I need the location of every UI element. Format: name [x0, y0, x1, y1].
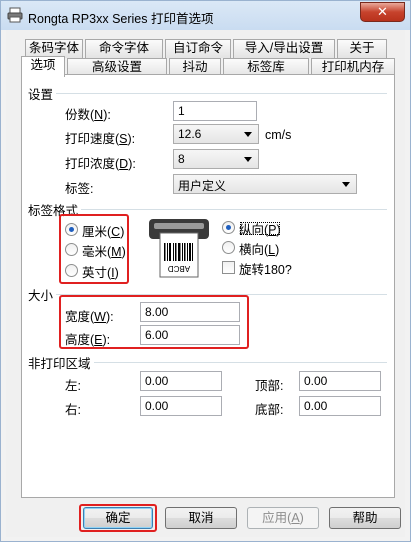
tab-label: 命令字体	[98, 41, 149, 55]
tab-label: 自订命令	[172, 41, 223, 55]
settings-group-title: 设置	[28, 88, 54, 102]
bottom-margin-label: 底部:	[255, 403, 284, 417]
tab-label: 打印机内存	[321, 60, 385, 74]
size-group-title: 大小	[28, 289, 54, 303]
portrait-label: 纵向(P)	[237, 219, 283, 238]
label-type-label: 标签:	[65, 182, 94, 196]
left-margin-input[interactable]: 0.00	[140, 371, 222, 391]
left-margin-label: 左:	[65, 379, 81, 393]
close-icon: ✕	[377, 4, 388, 19]
title-bar[interactable]: Rongta RP3xx Series 打印首选项 ✕	[1, 1, 410, 30]
divider	[56, 93, 387, 94]
density-label: 打印浓度(D):	[65, 157, 136, 171]
printer-icon	[7, 7, 23, 23]
tab-label: 条码字体	[28, 41, 79, 55]
ok-button[interactable]: 确定	[83, 507, 153, 529]
cancel-button[interactable]: 取消	[165, 507, 237, 529]
density-select[interactable]: 8	[173, 149, 259, 169]
speed-unit: cm/s	[265, 128, 292, 142]
help-button[interactable]: 帮助	[329, 507, 401, 529]
tab-custom-command[interactable]: 自订命令	[165, 39, 231, 58]
tab-label: 标签库	[247, 60, 285, 74]
speed-select[interactable]: 12.6	[173, 124, 259, 144]
top-margin-label: 顶部:	[255, 379, 284, 393]
apply-button[interactable]: 应用(A)	[247, 507, 319, 529]
right-margin-input[interactable]: 0.00	[140, 396, 222, 416]
tab-about[interactable]: 关于	[337, 39, 387, 58]
portrait-radio[interactable]	[222, 221, 235, 234]
label-printer-preview-icon: ABCD	[149, 219, 209, 278]
rotate-180-checkbox[interactable]	[222, 261, 235, 274]
divider	[94, 362, 387, 363]
label-type-value: 用户定义	[178, 179, 227, 193]
speed-label: 打印速度(S):	[65, 132, 136, 146]
label-type-select[interactable]: 用户定义	[173, 174, 357, 194]
tab-label: 关于	[349, 41, 375, 55]
tab-label: 抖动	[182, 60, 208, 74]
tab-options[interactable]: 选项	[21, 56, 65, 77]
chevron-down-icon	[342, 182, 350, 187]
speed-value: 12.6	[178, 127, 202, 141]
width-input[interactable]: 8.00	[140, 302, 240, 322]
height-label: 高度(E):	[65, 333, 111, 347]
tab-label: 选项	[30, 58, 56, 72]
close-button[interactable]: ✕	[360, 2, 405, 22]
window-title: Rongta RP3xx Series 打印首选项	[28, 12, 214, 26]
width-label: 宽度(W):	[65, 310, 114, 324]
unit-cm-label: 厘米(C)	[82, 225, 125, 239]
unit-cm-radio[interactable]	[65, 223, 78, 236]
rotate-180-label: 旋转180?	[239, 263, 292, 277]
unit-inch-label: 英寸(I)	[82, 266, 119, 280]
density-value: 8	[178, 152, 185, 166]
bottom-margin-input[interactable]: 0.00	[299, 396, 381, 416]
tab-import-export[interactable]: 导入/导出设置	[233, 39, 335, 58]
non-print-group-title: 非打印区域	[28, 357, 91, 371]
unit-inch-radio[interactable]	[65, 264, 78, 277]
unit-mm-radio[interactable]	[65, 243, 78, 256]
dialog-window: Rongta RP3xx Series 打印首选项 ✕ 条码字体 命令字体 自订…	[0, 0, 411, 542]
landscape-label: 横向(L)	[239, 243, 280, 257]
unit-mm-label: 毫米(M)	[82, 245, 126, 259]
tab-label: 导入/导出设置	[244, 41, 324, 55]
chevron-down-icon	[244, 157, 252, 162]
divider	[81, 209, 387, 210]
tab-command-font[interactable]: 命令字体	[85, 39, 163, 58]
preview-text: ABCD	[168, 264, 190, 273]
top-margin-input[interactable]: 0.00	[299, 371, 381, 391]
right-margin-label: 右:	[65, 403, 81, 417]
copies-input[interactable]: 1	[173, 101, 257, 121]
tab-label: 高级设置	[91, 60, 142, 74]
landscape-radio[interactable]	[222, 241, 235, 254]
copies-label: 份数(N):	[65, 108, 111, 122]
chevron-down-icon	[244, 132, 252, 137]
height-input[interactable]: 6.00	[140, 325, 240, 345]
